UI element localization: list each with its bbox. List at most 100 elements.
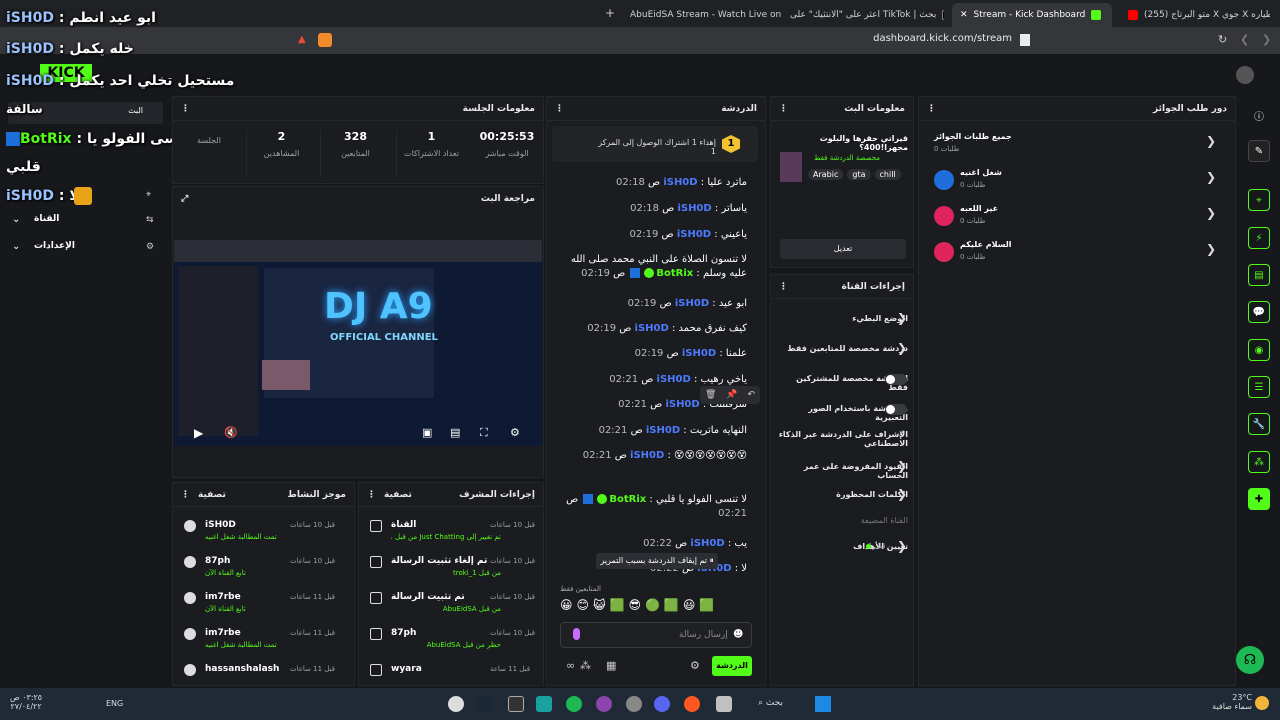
mute-icon[interactable]: 🔇: [224, 426, 238, 439]
fullscreen-icon[interactable]: ⛶: [480, 426, 488, 440]
chevron-down-icon[interactable]: ⌄: [12, 214, 20, 225]
chevron-right-icon[interactable]: ❯: [897, 487, 907, 501]
chat-message[interactable]: يب : iSH0D ص 02:22: [557, 537, 747, 551]
more-icon[interactable]: ⋮: [367, 490, 376, 500]
pinned-goal[interactable]: إهداء 1 اشتراك الوصول إلى المركز 1 1: [552, 126, 758, 162]
weather[interactable]: 23°C سماء صافية: [1212, 693, 1252, 711]
emote-bar[interactable]: 😀😊😺🟩😎🟢🟩😃🟩: [560, 598, 756, 616]
mod-action-item[interactable]: القناة تم تغيير إلى Just Chatting من قبل …: [362, 518, 542, 550]
chat-paused-notice[interactable]: ⏸ تم إيقاف الدردشة بسبب التمرير: [596, 553, 718, 569]
app-icon[interactable]: [536, 696, 552, 712]
reward-queue-item[interactable]: جميع طلبات الجوائز طلبات 0: [932, 130, 1222, 160]
broadcast-icon[interactable]: ◉: [1248, 339, 1270, 361]
channel-action-item[interactable]: الوضع البطيء: [776, 314, 908, 323]
more-icon[interactable]: ⋮: [555, 104, 564, 114]
steam-icon[interactable]: [478, 696, 494, 712]
more-icon[interactable]: ⋮: [181, 490, 190, 500]
stream-video[interactable]: DJ A9 OFFICIAL CHANNEL ▶ 🔇 ▣ ▤ ⛶ ⚙: [174, 240, 542, 446]
clock[interactable]: ٠٣:٢٥ ص ٢٧/٠٤/٢٢: [10, 693, 42, 711]
chevron-right-icon[interactable]: ❯: [897, 539, 907, 553]
wrench-icon[interactable]: 🔧: [1248, 413, 1270, 435]
channel-action-item[interactable]: الإشراف على الدردشة عبر الذكاء الاصطناعي: [776, 430, 908, 448]
chat-message[interactable]: ياساتر : iSH0D ص 02:18: [557, 202, 747, 216]
lightning-icon[interactable]: ⚡: [1248, 227, 1270, 249]
forward-icon[interactable]: ❯: [1262, 33, 1271, 46]
chat-username[interactable]: iSH0D: [635, 323, 669, 334]
tab-abueid[interactable]: AbuEidSA Stream - Watch Live on Kick: [622, 3, 782, 27]
users-icon[interactable]: ⁂: [580, 659, 591, 672]
more-icon[interactable]: ⋮: [927, 104, 936, 114]
chat-message[interactable]: ابو عيد : iSH0D ص 02:19: [557, 297, 747, 311]
spotify-icon[interactable]: [566, 696, 582, 712]
new-tab-button[interactable]: +: [605, 6, 615, 20]
nav-item-settings[interactable]: الإعدادات: [34, 241, 75, 251]
reply-icon[interactable]: ↶: [747, 390, 755, 400]
close-icon[interactable]: ✕: [960, 10, 968, 20]
play-icon[interactable]: ▶: [194, 426, 203, 440]
chat-username[interactable]: iSH0D: [657, 374, 691, 385]
chat-message[interactable]: ماترد عليا : iSH0D ص 02:18: [557, 176, 747, 190]
settings-icon[interactable]: [626, 696, 642, 712]
windows-start-icon[interactable]: [815, 696, 831, 712]
chat-message[interactable]: النهايه ماتريت : iSH0D ص 02:21: [557, 424, 747, 438]
nav-item-stream[interactable]: البث: [8, 102, 163, 124]
language-indicator[interactable]: ENG: [106, 699, 123, 708]
target-icon[interactable]: ⌖: [1248, 189, 1270, 211]
discord-icon[interactable]: [654, 696, 670, 712]
chat-username[interactable]: iSH0D: [682, 348, 716, 359]
tab-tiktok[interactable]: اعثر على "الانتثيك" على TikTok | بحث: [782, 3, 944, 27]
mod-action-item[interactable]: تم تثبيت الرسالة من قبل AbuEidSA قبل 10 سا…: [362, 590, 542, 622]
theater-icon[interactable]: ▤: [450, 426, 460, 439]
chat-username[interactable]: iSH0D: [675, 298, 709, 309]
chevron-right-icon[interactable]: ❯: [897, 459, 907, 473]
chat-message[interactable]: ياخي رهيب : iSH0D ص 02:21: [557, 373, 747, 387]
reward-queue-item[interactable]: السلام عليكم طلبات 0: [932, 238, 1222, 268]
chat-message[interactable]: 😵😵😵😵😵😵😵 : iSH0D ص 02:21: [557, 449, 747, 463]
external-link-icon[interactable]: ↗: [898, 429, 906, 439]
toggle-switch[interactable]: [885, 404, 907, 415]
send-chat-button[interactable]: الدردشة: [712, 656, 752, 676]
emoji-icon[interactable]: ☻: [733, 629, 743, 640]
filter-button[interactable]: تصفية: [384, 490, 412, 500]
reward-queue-item[interactable]: غير اللعبه طلبات 0: [932, 202, 1222, 232]
mod-action-item[interactable]: 87ph حظر من قبل AbuEidSA قبل 10 ساعات: [362, 626, 542, 658]
info-icon[interactable]: ⓘ: [1254, 108, 1264, 123]
more-icon[interactable]: ⋮: [181, 104, 190, 114]
chat-username[interactable]: iSH0D: [677, 229, 711, 240]
chevron-down-icon[interactable]: ⌄: [12, 241, 20, 252]
expand-icon[interactable]: ⤢: [181, 194, 188, 204]
chevron-right-icon[interactable]: ❯: [1206, 242, 1216, 256]
pip-icon[interactable]: ▣: [422, 426, 432, 439]
extension-icon[interactable]: [318, 33, 332, 47]
chevron-right-icon[interactable]: ❯: [897, 341, 907, 355]
files-icon[interactable]: [716, 696, 732, 712]
tag[interactable]: chill: [874, 169, 901, 180]
chat-message[interactable]: كيف نفرق محمد : iSH0D ص 02:19: [557, 322, 747, 336]
channel-action-item[interactable]: الكلمات المحظورة: [776, 490, 908, 499]
avatar[interactable]: [1236, 66, 1254, 84]
delete-icon[interactable]: 🗑: [705, 390, 716, 400]
chat-username[interactable]: iSH0D: [663, 177, 697, 188]
kick-logo[interactable]: KICK: [40, 64, 92, 82]
more-icon[interactable]: ⋮: [779, 104, 788, 114]
chevron-right-icon[interactable]: ❯: [1206, 170, 1216, 184]
pin-icon[interactable]: 📌: [726, 390, 737, 400]
app-icon[interactable]: [448, 696, 464, 712]
chat-username[interactable]: iSH0D: [690, 538, 724, 549]
chevron-right-icon[interactable]: ❯: [897, 311, 907, 325]
add-widget-icon[interactable]: ✚: [1248, 488, 1270, 510]
layers-icon[interactable]: ☰: [1248, 376, 1270, 398]
nav-item-channel[interactable]: القناة: [34, 214, 59, 224]
mic-icon[interactable]: [573, 628, 580, 640]
chat-input[interactable]: إرسال رسالة ☻: [560, 622, 752, 648]
search-box[interactable]: ⌕ بحث: [758, 698, 783, 708]
filter-button[interactable]: تصفية: [198, 490, 226, 500]
support-icon[interactable]: ☊: [1236, 646, 1264, 674]
store-icon[interactable]: ▦: [606, 659, 616, 672]
activity-item[interactable]: iSH0D تمت المطالبة شغل اغنيه قبل 10 ساعات: [176, 518, 352, 550]
activity-item[interactable]: im7rbe تمت المطالبة شغل اغنيه قبل 11 ساعات: [176, 626, 352, 658]
chat-message[interactable]: علمنا : iSH0D ص 02:19: [557, 347, 747, 361]
chat-message[interactable]: لا تنسى الفولو يا قلبي : BotRix ص 02:21: [557, 493, 747, 521]
more-icon[interactable]: ⋮: [779, 282, 788, 292]
edit-button[interactable]: تعديل: [780, 239, 906, 259]
